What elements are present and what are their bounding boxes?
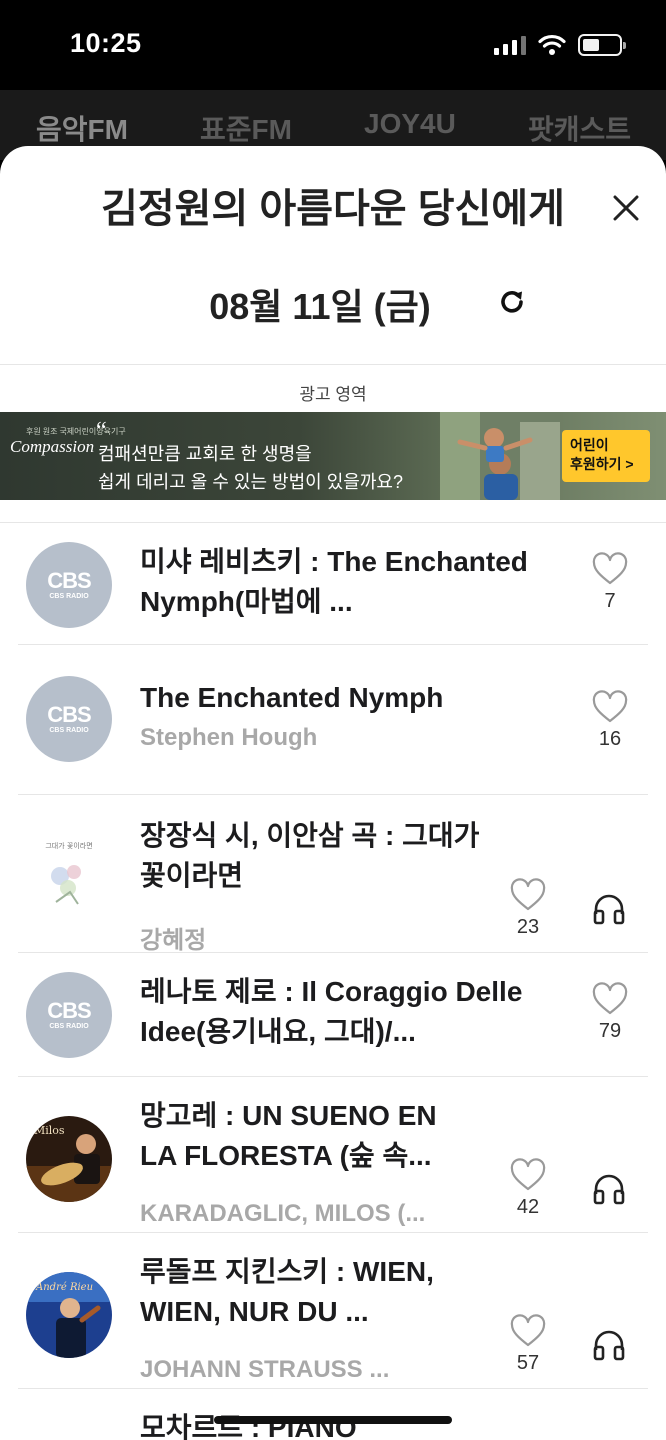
album-art-thumbnail: André Rieu xyxy=(26,1272,112,1358)
playlist-sheet: 김정원의 아름다운 당신에게 08월 11일 (금) 광고 영역 후원 원조 국… xyxy=(0,146,666,1440)
status-icons xyxy=(494,32,626,58)
song-title: 장장식 시, 이안삼 곡 : 그대가 꽃이라면 xyxy=(140,820,480,891)
song-row[interactable]: CBS CBS RADIO The Enchanted Nymph Stephen… xyxy=(0,644,666,796)
song-title: 모차르트 : PIANO xyxy=(140,1412,357,1440)
cbs-logo-thumbnail: CBS CBS RADIO xyxy=(26,972,112,1058)
ad-photo-image xyxy=(440,412,560,500)
heart-icon xyxy=(510,878,546,911)
ad-banner[interactable]: 후원 원조 국제어린이양육기구 Compassion “ 컴패션만큼 교회로 한… xyxy=(0,412,666,500)
song-row[interactable]: CBS CBS RADIO 미샤 레비츠키 : The Enchanted Nym… xyxy=(0,522,666,645)
wifi-icon xyxy=(538,34,566,55)
song-row[interactable]: 모차르트 : PIANO xyxy=(0,1388,666,1440)
song-artist: Stephen Hough xyxy=(140,724,318,751)
divider xyxy=(18,794,648,795)
headphones-icon[interactable] xyxy=(592,1172,626,1206)
like-count: 57 xyxy=(516,1352,540,1374)
song-row[interactable]: Milos 망고레 : UN SUENO EN LA FLORESTA (숲 속… xyxy=(0,1076,666,1233)
like-button[interactable]: 79 xyxy=(590,982,630,1043)
tab-podcast[interactable]: 팟캐스트 xyxy=(528,108,631,148)
heart-icon xyxy=(592,982,628,1015)
svg-text:Milos: Milos xyxy=(34,1124,65,1137)
song-title: The Enchanted Nymph xyxy=(140,682,444,713)
ad-text-line2: 쉽게 데리고 올 수 있는 방법이 있을까요? xyxy=(98,472,403,492)
tab-joy4u[interactable]: JOY4U xyxy=(364,108,456,140)
status-bar: 10:25 xyxy=(0,0,666,90)
divider xyxy=(0,364,666,365)
like-count: 23 xyxy=(516,916,540,938)
song-row[interactable]: André Rieu 루돌프 지킨스키 : WIEN, WIEN, NUR DU… xyxy=(0,1232,666,1389)
playlist-date: 08월 11일 (금) xyxy=(209,286,431,327)
like-count: 7 xyxy=(604,590,616,612)
battery-icon xyxy=(578,34,626,56)
like-button[interactable]: 42 xyxy=(508,1158,548,1219)
tab-music-fm[interactable]: 음악FM xyxy=(36,108,128,148)
song-row[interactable]: 그대가 꽃이라면 장장식 시, 이안삼 곡 : 그대가 꽃이라면 강혜정 23 xyxy=(0,796,666,954)
heart-icon xyxy=(510,1158,546,1191)
like-button[interactable]: 7 xyxy=(590,552,630,613)
heart-icon xyxy=(510,1314,546,1347)
song-title: 루돌프 지킨스키 : WIEN, WIEN, NUR DU ... xyxy=(140,1256,434,1327)
ad-text-line1: 컴패션만큼 교회로 한 생명을 xyxy=(98,444,312,464)
tab-standard-fm[interactable]: 표준FM xyxy=(200,108,292,148)
headphones-icon[interactable] xyxy=(592,892,626,926)
cbs-logo-thumbnail: CBS CBS RADIO xyxy=(26,676,112,762)
song-title: 레나토 제로 : Il Coraggio Delle Idee(용기내요, 그대… xyxy=(140,976,523,1047)
ad-cta-button[interactable]: 어린이 후원하기 > xyxy=(562,430,650,482)
album-art-thumbnail: Milos xyxy=(26,1116,112,1202)
home-indicator[interactable] xyxy=(214,1416,452,1424)
close-icon[interactable] xyxy=(610,192,642,224)
program-title: 김정원의 아름다운 당신에게 xyxy=(101,187,565,231)
svg-text:그대가 꽃이라면: 그대가 꽃이라면 xyxy=(45,841,92,850)
song-artist: KARADAGLIC, MILOS (... xyxy=(140,1200,426,1227)
svg-text:André Rieu: André Rieu xyxy=(35,1282,93,1293)
headphones-icon[interactable] xyxy=(592,1328,626,1362)
like-count: 79 xyxy=(598,1020,622,1042)
like-count: 42 xyxy=(516,1196,540,1218)
heart-icon xyxy=(592,552,628,585)
signal-icon xyxy=(494,35,526,55)
status-time: 10:25 xyxy=(70,28,142,58)
song-artist: JOHANN STRAUSS ... xyxy=(140,1356,390,1383)
ad-label: 광고 영역 xyxy=(299,385,367,404)
song-title: 망고레 : UN SUENO EN LA FLORESTA (숲 속... xyxy=(140,1100,437,1171)
song-row[interactable]: CBS CBS RADIO 레나토 제로 : Il Coraggio Delle … xyxy=(0,952,666,1077)
cbs-logo-thumbnail: CBS CBS RADIO xyxy=(26,542,112,628)
album-art-thumbnail: 그대가 꽃이라면 xyxy=(26,832,112,918)
song-artist: 강혜정 xyxy=(140,927,207,954)
song-title: 미샤 레비츠키 : The Enchanted Nymph(마법에 ... xyxy=(140,546,528,617)
refresh-icon[interactable] xyxy=(496,286,528,318)
like-button[interactable]: 16 xyxy=(590,690,630,751)
heart-icon xyxy=(592,690,628,723)
like-button[interactable]: 23 xyxy=(508,878,548,939)
like-button[interactable]: 57 xyxy=(508,1314,548,1375)
date-row: 08월 11일 (금) xyxy=(0,278,666,330)
like-count: 16 xyxy=(598,728,622,750)
